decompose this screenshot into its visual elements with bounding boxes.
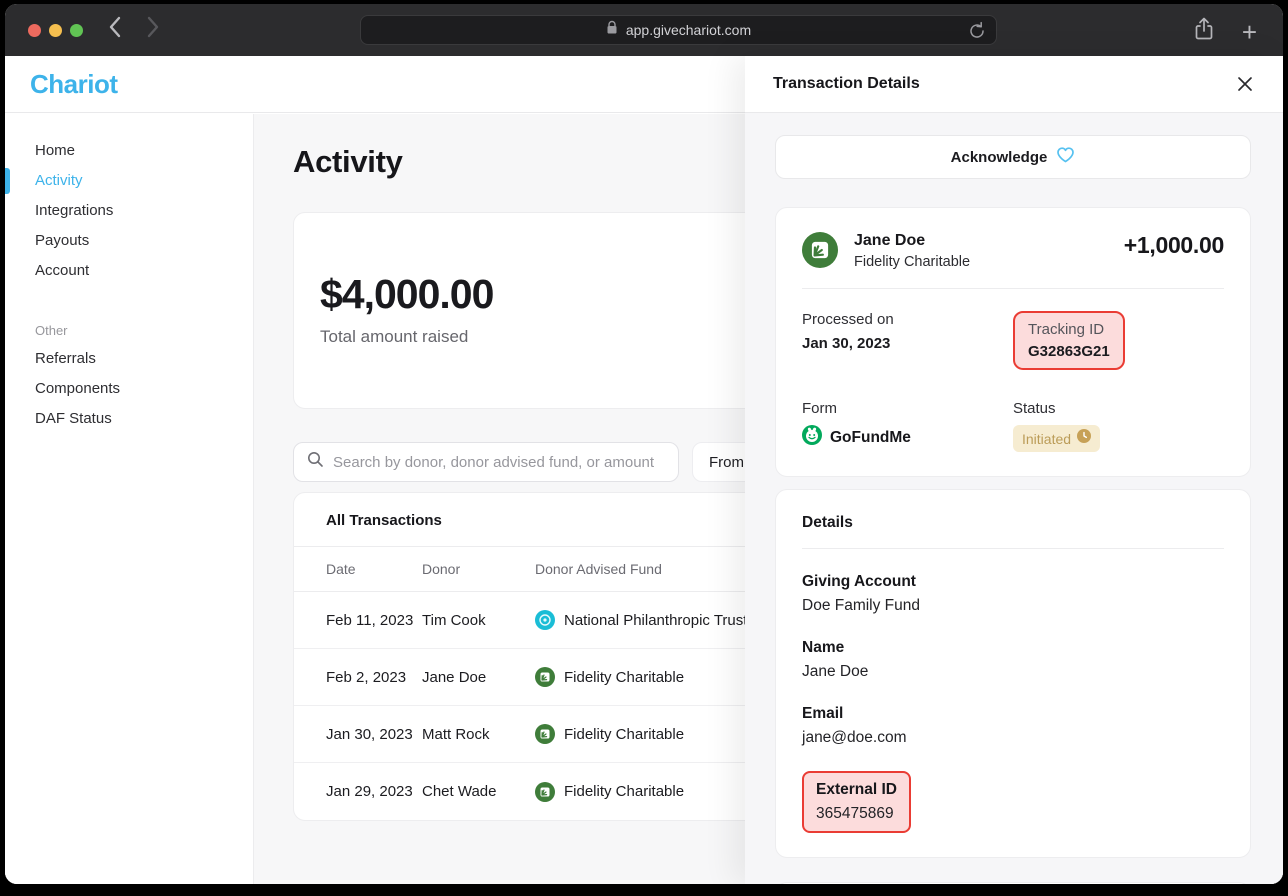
details-card: Details Giving Account Doe Family Fund N… bbox=[775, 489, 1251, 858]
form-value: GoFundMe bbox=[830, 429, 911, 447]
status-label: Status bbox=[1013, 400, 1224, 417]
browser-window: app.givechariot.com + Chariot Home Activ… bbox=[5, 4, 1283, 884]
transaction-amount: +1,000.00 bbox=[1124, 232, 1224, 259]
sidebar-item-payouts[interactable]: Payouts bbox=[5, 226, 253, 256]
sidebar-item-integrations[interactable]: Integrations bbox=[5, 196, 253, 226]
fund-name: Fidelity Charitable bbox=[564, 669, 684, 686]
column-header-donor: Donor bbox=[422, 561, 535, 577]
sidebar-item-activity[interactable]: Activity bbox=[5, 166, 253, 196]
name-field: Name Jane Doe bbox=[802, 639, 1224, 681]
form-label: Form bbox=[802, 400, 1013, 417]
field-value: jane@doe.com bbox=[802, 729, 1224, 747]
zoom-window-button[interactable] bbox=[70, 24, 83, 37]
clock-icon bbox=[1077, 429, 1091, 448]
email-field: Email jane@doe.com bbox=[802, 705, 1224, 747]
tracking-id-value: G32863G21 bbox=[1028, 343, 1110, 360]
fidelity-icon bbox=[802, 232, 838, 268]
search-field[interactable] bbox=[293, 442, 679, 482]
cell-donor: Tim Cook bbox=[422, 612, 535, 629]
status-field: Status Initiated bbox=[1013, 400, 1224, 452]
field-label: Giving Account bbox=[802, 573, 1224, 591]
status-badge: Initiated bbox=[1013, 425, 1100, 452]
close-window-button[interactable] bbox=[28, 24, 41, 37]
details-title: Details bbox=[802, 514, 1224, 532]
reload-icon[interactable] bbox=[969, 21, 986, 45]
cell-donor: Jane Doe bbox=[422, 669, 535, 686]
processed-on-value: Jan 30, 2023 bbox=[802, 335, 1013, 352]
traffic-lights bbox=[28, 24, 83, 37]
transaction-details-panel: Transaction Details Acknowledge bbox=[745, 56, 1283, 884]
new-tab-icon[interactable]: + bbox=[1242, 19, 1257, 45]
field-value: Doe Family Fund bbox=[802, 597, 1224, 615]
tracking-id-highlight: Tracking ID G32863G21 bbox=[1013, 311, 1125, 370]
external-id-field: External ID 365475869 bbox=[802, 771, 1224, 833]
donor-name: Jane Doe bbox=[854, 232, 970, 250]
transaction-summary-card: Jane Doe Fidelity Charitable +1,000.00 P… bbox=[775, 207, 1251, 477]
app-root: Chariot Home Activity Integrations Payou… bbox=[5, 56, 1283, 884]
form-field: Form GoFundMe bbox=[802, 400, 1013, 452]
fidelity-icon bbox=[535, 724, 555, 744]
chariot-logo: Chariot bbox=[30, 69, 118, 100]
sidebar-item-components[interactable]: Components bbox=[5, 374, 253, 404]
cell-date: Feb 11, 2023 bbox=[294, 612, 422, 629]
cell-date: Jan 30, 2023 bbox=[294, 726, 422, 743]
search-input[interactable] bbox=[333, 454, 678, 471]
fund-name: Fidelity Charitable bbox=[564, 783, 684, 800]
column-header-date: Date bbox=[294, 561, 422, 577]
npt-icon bbox=[535, 610, 555, 630]
forward-icon[interactable] bbox=[147, 16, 160, 38]
external-id-highlight: External ID 365475869 bbox=[802, 771, 911, 833]
fund-name: National Philanthropic Trust bbox=[564, 612, 747, 629]
back-icon[interactable] bbox=[108, 16, 121, 38]
cell-date: Jan 29, 2023 bbox=[294, 783, 422, 800]
donor-fund: Fidelity Charitable bbox=[854, 254, 970, 270]
fund-name: Fidelity Charitable bbox=[564, 726, 684, 743]
giving-account-field: Giving Account Doe Family Fund bbox=[802, 573, 1224, 615]
cell-donor: Matt Rock bbox=[422, 726, 535, 743]
message-card: Message bbox=[775, 882, 1251, 884]
sidebar-item-referrals[interactable]: Referrals bbox=[5, 344, 253, 374]
url-text: app.givechariot.com bbox=[626, 22, 751, 38]
field-value: Jane Doe bbox=[802, 663, 1224, 681]
acknowledge-label: Acknowledge bbox=[951, 149, 1048, 166]
share-icon[interactable] bbox=[1194, 16, 1214, 47]
status-value: Initiated bbox=[1022, 431, 1071, 447]
lock-icon bbox=[606, 20, 618, 40]
processed-on-field: Processed on Jan 30, 2023 bbox=[802, 311, 1013, 370]
sidebar-item-daf-status[interactable]: DAF Status bbox=[5, 404, 253, 434]
cell-date: Feb 2, 2023 bbox=[294, 669, 422, 686]
panel-title: Transaction Details bbox=[773, 75, 920, 93]
close-icon[interactable] bbox=[1236, 75, 1254, 93]
field-value: 365475869 bbox=[816, 805, 897, 823]
sidebar-section-other: Other bbox=[5, 318, 253, 344]
address-bar[interactable]: app.givechariot.com bbox=[360, 15, 997, 45]
heart-icon bbox=[1056, 146, 1075, 169]
processed-on-label: Processed on bbox=[802, 311, 1013, 328]
search-icon bbox=[307, 451, 324, 473]
acknowledge-button[interactable]: Acknowledge bbox=[775, 135, 1251, 179]
sidebar-item-account[interactable]: Account bbox=[5, 256, 253, 286]
sidebar-item-home[interactable]: Home bbox=[5, 136, 253, 166]
tracking-id-label: Tracking ID bbox=[1028, 321, 1110, 338]
field-label: Email bbox=[802, 705, 1224, 723]
sidebar: Home Activity Integrations Payouts Accou… bbox=[5, 114, 254, 884]
browser-chrome: app.givechariot.com + bbox=[5, 4, 1283, 56]
field-label: External ID bbox=[816, 781, 897, 799]
gofundme-icon bbox=[802, 425, 822, 450]
cell-donor: Chet Wade bbox=[422, 783, 535, 800]
field-label: Name bbox=[802, 639, 1224, 657]
fidelity-icon bbox=[535, 667, 555, 687]
minimize-window-button[interactable] bbox=[49, 24, 62, 37]
fidelity-icon bbox=[535, 782, 555, 802]
